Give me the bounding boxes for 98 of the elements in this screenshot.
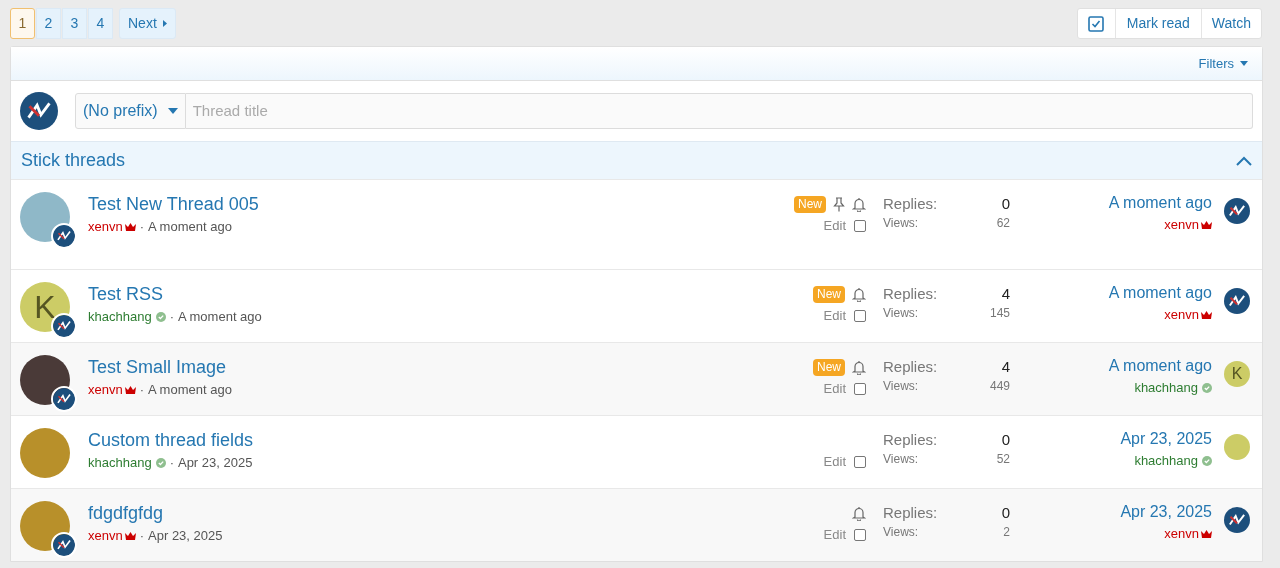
views-count: 449: [989, 378, 1010, 395]
prefix-dropdown[interactable]: (No prefix): [75, 93, 186, 129]
bell-icon[interactable]: [852, 196, 866, 212]
edit-link[interactable]: Edit: [823, 452, 846, 472]
author-link[interactable]: khachhang: [88, 308, 152, 326]
last-post-date-link[interactable]: A moment ago: [1108, 192, 1212, 214]
views-count: 62: [996, 215, 1010, 232]
views-count: 2: [1003, 524, 1010, 541]
separator-dot: ·: [169, 454, 174, 472]
caret-icon: [162, 20, 167, 27]
verified-icon: [155, 458, 166, 468]
crown-icon: [1201, 311, 1212, 319]
collapse-icon[interactable]: [1236, 155, 1252, 166]
crown-icon: [124, 532, 136, 540]
avatar[interactable]: K: [1224, 361, 1250, 387]
replies-label: Replies:: [883, 194, 938, 214]
verified-icon: [155, 312, 166, 322]
replies-count: 4: [1001, 357, 1010, 377]
author-link[interactable]: khachhang: [88, 454, 152, 472]
last-poster-link[interactable]: khachhang: [1134, 452, 1198, 470]
thread-title-link[interactable]: Test RSS: [88, 282, 776, 306]
views-label: Views:: [883, 451, 919, 468]
select-checkbox[interactable]: [854, 382, 866, 395]
bell-icon[interactable]: [852, 505, 866, 521]
last-poster-link[interactable]: khachhang: [1134, 379, 1198, 397]
thread-title-field[interactable]: Thread title: [185, 93, 1253, 129]
replies-label: Replies:: [883, 430, 938, 450]
page-link[interactable]: 4: [88, 8, 113, 39]
bell-icon[interactable]: [852, 359, 866, 375]
next-page-button[interactable]: Next: [119, 8, 176, 39]
crown-icon: [124, 223, 136, 231]
author-link[interactable]: xenvn: [88, 527, 123, 545]
crown-icon: [124, 386, 136, 394]
last-poster-link[interactable]: xenvn: [1164, 216, 1199, 234]
author-link[interactable]: xenvn: [88, 381, 123, 399]
replies-count: 0: [1001, 430, 1010, 450]
edit-link[interactable]: Edit: [823, 525, 846, 545]
page-link[interactable]: 2: [36, 8, 61, 39]
thread-title-link[interactable]: fdgdfgfdg: [88, 501, 776, 525]
last-post-date-link[interactable]: A moment ago: [1108, 355, 1212, 377]
replies-label: Replies:: [883, 503, 938, 523]
logo-avatar-icon: [1224, 198, 1250, 224]
verified-icon: [1202, 383, 1212, 393]
watch-button[interactable]: Watch: [1201, 9, 1261, 38]
last-poster-link[interactable]: xenvn: [1164, 525, 1199, 543]
thread-title-link[interactable]: Test New Thread 005: [88, 192, 776, 216]
views-label: Views:: [883, 378, 919, 395]
separator-dot: ·: [139, 381, 145, 399]
views-label: Views:: [883, 524, 919, 541]
last-post-date-link[interactable]: Apr 23, 2025: [1120, 501, 1212, 523]
caret-icon: [167, 108, 178, 114]
replies-count: 0: [1001, 503, 1010, 523]
views-label: Views:: [883, 215, 919, 232]
thread-title-link[interactable]: Test Small Image: [88, 355, 776, 379]
author-link[interactable]: xenvn: [88, 218, 123, 236]
verified-icon: [1202, 456, 1212, 466]
last-post-date-link[interactable]: A moment ago: [1108, 282, 1212, 304]
caret-icon: [1240, 61, 1248, 66]
select-checkbox[interactable]: [854, 528, 866, 541]
page-link[interactable]: 3: [62, 8, 87, 39]
views-label: Views:: [883, 305, 919, 322]
filters-button[interactable]: Filters: [1198, 53, 1248, 74]
edit-link[interactable]: Edit: [823, 216, 846, 236]
logo-avatar-icon: [1224, 507, 1250, 533]
last-post-date-link[interactable]: Apr 23, 2025: [1120, 428, 1212, 450]
thread-date: Apr 23, 2025: [177, 454, 253, 472]
replies-count: 0: [1001, 194, 1010, 214]
logo-avatar-icon: [1224, 288, 1250, 314]
edit-link[interactable]: Edit: [823, 306, 846, 326]
separator-dot: ·: [169, 308, 174, 326]
checkbox-icon: [1088, 15, 1105, 32]
thread-date: A moment ago: [177, 308, 262, 326]
thread-date: A moment ago: [148, 381, 232, 399]
edit-link[interactable]: Edit: [823, 379, 846, 399]
new-label: New: [794, 195, 826, 213]
crown-icon: [1201, 530, 1212, 538]
separator-dot: ·: [139, 218, 145, 236]
logo-avatar-icon: [20, 92, 58, 130]
thread-date: Apr 23, 2025: [148, 527, 223, 545]
select-checkbox[interactable]: [854, 309, 866, 322]
select-checkbox[interactable]: [854, 455, 866, 468]
section-title: Stick threads: [21, 149, 126, 172]
select-checkbox[interactable]: [854, 219, 866, 232]
replies-label: Replies:: [883, 357, 938, 377]
new-label: New: [813, 358, 845, 376]
new-label: New: [813, 285, 845, 303]
thread-date: A moment ago: [148, 218, 232, 236]
views-count: 52: [996, 451, 1010, 468]
replies-label: Replies:: [883, 284, 938, 304]
bell-icon[interactable]: [852, 286, 866, 302]
replies-count: 4: [1001, 284, 1010, 304]
crown-icon: [1201, 221, 1212, 229]
page-link[interactable]: 1: [10, 8, 35, 39]
last-poster-link[interactable]: xenvn: [1164, 306, 1199, 324]
separator-dot: ·: [139, 527, 145, 545]
thread-title-link[interactable]: Custom thread fields: [88, 428, 776, 452]
mark-read-button[interactable]: Mark read: [1115, 9, 1202, 38]
views-count: 145: [989, 305, 1010, 322]
